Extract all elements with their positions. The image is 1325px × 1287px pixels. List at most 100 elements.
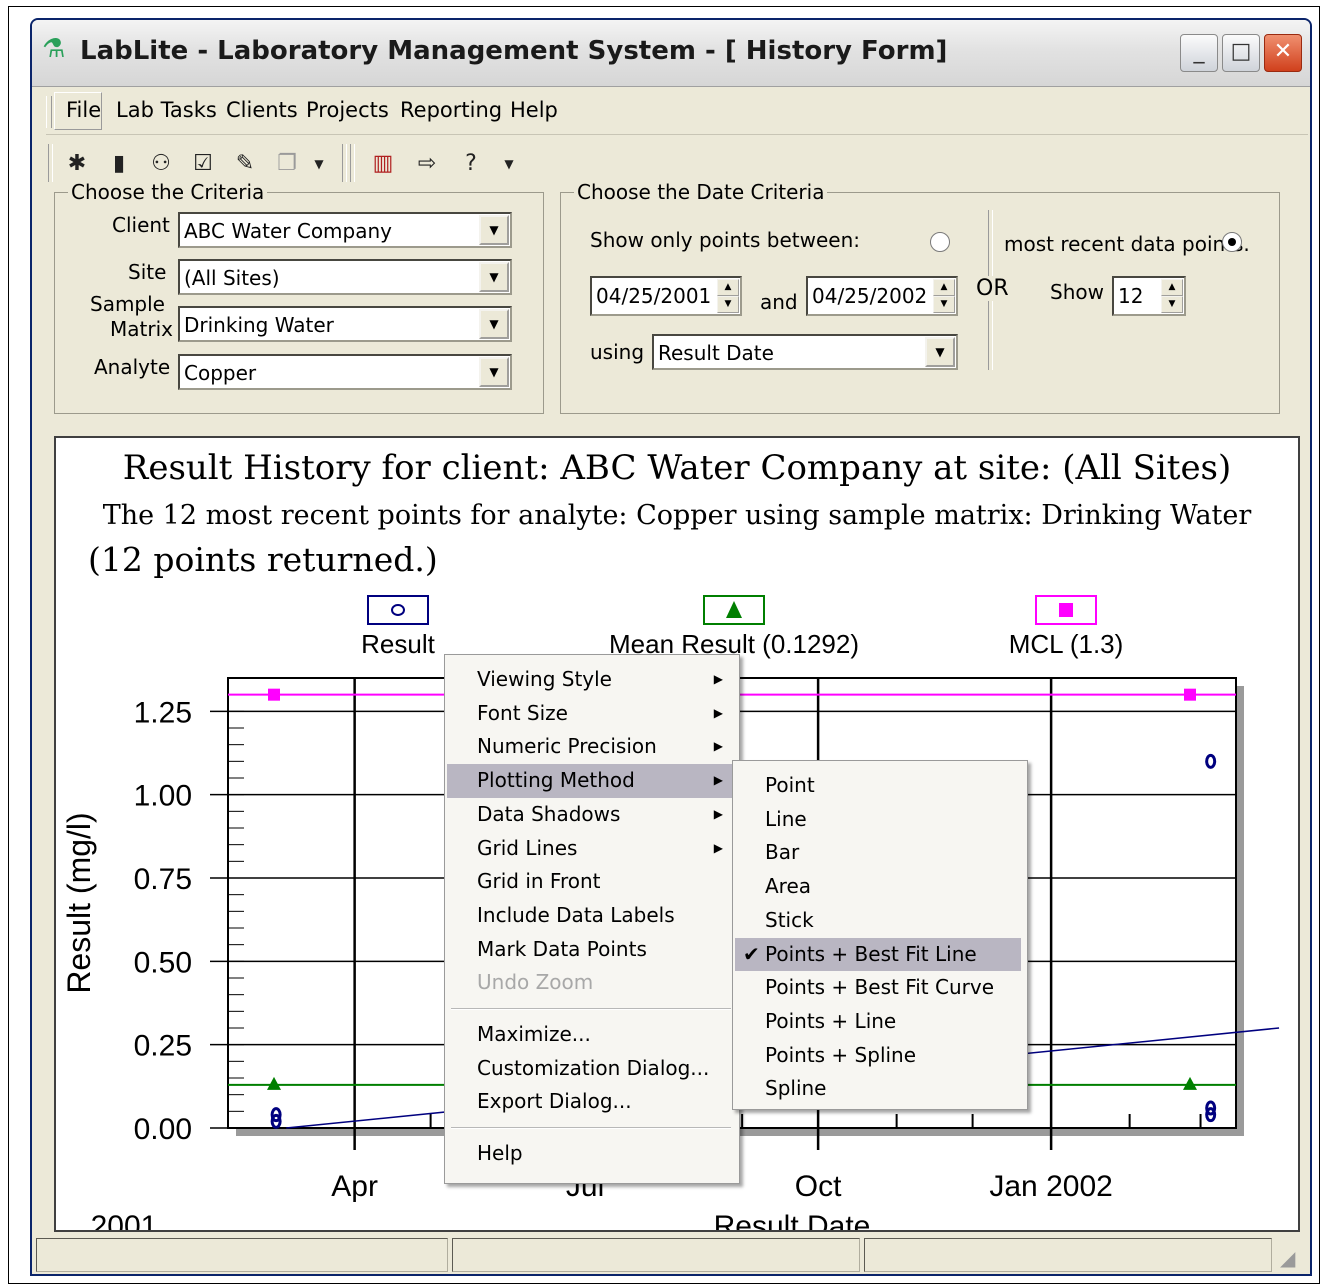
show-count-value: 12 bbox=[1118, 284, 1144, 308]
close-button[interactable]: ✕ bbox=[1264, 34, 1302, 72]
menu-projects[interactable]: Projects bbox=[306, 98, 389, 122]
menu-item-plotting-method[interactable]: Plotting Method ▶ bbox=[447, 764, 737, 798]
start-date-spinner[interactable]: 04/25/2001 ▲ ▼ bbox=[590, 276, 742, 316]
matrix-combo[interactable]: Drinking Water ▼ bbox=[178, 306, 512, 342]
y-tick-label: 1.25 bbox=[134, 696, 192, 729]
menu-item-export-dialog[interactable]: Export Dialog... bbox=[447, 1085, 737, 1119]
users-icon[interactable]: ⚇ bbox=[144, 148, 178, 180]
spin-down-icon[interactable]: ▼ bbox=[933, 296, 955, 313]
menu-item-maximize[interactable]: Maximize... bbox=[447, 1018, 737, 1052]
submenu-item-label: Points + Best Fit Line bbox=[765, 941, 977, 966]
submenu-item-bar[interactable]: Bar bbox=[735, 836, 1021, 870]
menu-item-label: Grid Lines bbox=[477, 835, 578, 860]
show-count-spin-buttons[interactable]: ▲ ▼ bbox=[1161, 279, 1183, 313]
menu-item-customization-dialog[interactable]: Customization Dialog... bbox=[447, 1052, 737, 1086]
menu-separator bbox=[451, 1127, 731, 1130]
menu-lab-tasks[interactable]: Lab Tasks bbox=[116, 98, 217, 122]
show-count-spinner[interactable]: 12 ▲ ▼ bbox=[1112, 276, 1186, 316]
analyte-combo[interactable]: Copper ▼ bbox=[178, 354, 512, 390]
minimize-button[interactable]: _ bbox=[1180, 34, 1218, 72]
chevron-down-icon[interactable]: ▼ bbox=[479, 262, 509, 292]
menu-file[interactable]: File bbox=[66, 98, 101, 122]
using-value: Result Date bbox=[658, 341, 774, 365]
menu-grip bbox=[46, 96, 52, 128]
matrix-value: Drinking Water bbox=[184, 313, 334, 337]
spin-up-icon[interactable]: ▲ bbox=[933, 279, 955, 296]
new-sample-icon[interactable]: ✱ bbox=[60, 148, 94, 180]
spin-down-icon[interactable]: ▼ bbox=[717, 296, 739, 313]
toolbar-dropdown-arrow-icon[interactable]: ▼ bbox=[302, 148, 336, 180]
submenu-item-points-best-fit-curve[interactable]: Points + Best Fit Curve bbox=[735, 971, 1021, 1005]
menu-item-include-data-labels[interactable]: Include Data Labels bbox=[447, 899, 737, 933]
edit-notes-icon[interactable]: ✎ bbox=[228, 148, 262, 180]
chevron-down-icon[interactable]: ▼ bbox=[479, 357, 509, 387]
spin-up-icon[interactable]: ▲ bbox=[717, 279, 739, 296]
maximize-button[interactable]: □ bbox=[1222, 34, 1260, 72]
and-label: and bbox=[760, 290, 798, 314]
client-label: Client bbox=[112, 213, 170, 237]
start-date-spin-buttons[interactable]: ▲ ▼ bbox=[717, 279, 739, 313]
book-icon[interactable]: ▮ bbox=[102, 148, 136, 180]
menu-item-data-shadows[interactable]: Data Shadows ▶ bbox=[447, 798, 737, 832]
menu-item-label: Export Dialog... bbox=[477, 1089, 632, 1114]
submenu-item-label: Points + Best Fit Curve bbox=[765, 975, 995, 1000]
menu-item-font-size[interactable]: Font Size ▶ bbox=[447, 697, 737, 731]
submenu-item-area[interactable]: Area bbox=[735, 870, 1021, 904]
submenu-item-points-line[interactable]: Points + Line bbox=[735, 1005, 1021, 1039]
client-combo[interactable]: ABC Water Company ▼ bbox=[178, 212, 512, 248]
y-tick-label: 1.00 bbox=[134, 780, 192, 813]
chevron-down-icon[interactable]: ▼ bbox=[479, 309, 509, 339]
y-tick-label: 0.00 bbox=[134, 1113, 192, 1146]
criteria-legend: Choose the Criteria bbox=[68, 180, 268, 204]
resize-grip-icon[interactable]: ◢ bbox=[1280, 1246, 1295, 1270]
between-radio[interactable] bbox=[930, 232, 950, 252]
menu-item-label: Mark Data Points bbox=[477, 936, 647, 961]
menu-item-label: Include Data Labels bbox=[477, 902, 675, 927]
using-combo[interactable]: Result Date ▼ bbox=[652, 334, 958, 370]
help-icon[interactable]: ? bbox=[454, 148, 488, 180]
menu-item-help[interactable]: Help bbox=[447, 1137, 737, 1171]
submenu-item-line[interactable]: Line bbox=[735, 803, 1021, 837]
exit-icon[interactable]: ⇨ bbox=[410, 148, 444, 180]
submenu-item-stick[interactable]: Stick bbox=[735, 904, 1021, 938]
menu-item-grid-in-front[interactable]: Grid in Front bbox=[447, 865, 737, 899]
end-date-spin-buttons[interactable]: ▲ ▼ bbox=[933, 279, 955, 313]
submenu-item-label: Spline bbox=[765, 1076, 827, 1101]
menu-item-viewing-style[interactable]: Viewing Style ▶ bbox=[447, 663, 737, 697]
menu-item-grid-lines[interactable]: Grid Lines ▶ bbox=[447, 832, 737, 866]
copy-icon[interactable]: ❐ bbox=[270, 148, 304, 180]
x-axis-title: Result Date bbox=[714, 1210, 871, 1230]
chevron-down-icon[interactable]: ▼ bbox=[479, 215, 509, 245]
menu-item-label: Plotting Method bbox=[477, 768, 635, 793]
menu-help[interactable]: Help bbox=[510, 98, 558, 122]
submenu-item-spline[interactable]: Spline bbox=[735, 1072, 1021, 1106]
menu-separator bbox=[451, 1008, 731, 1010]
x-year-label: 2001 bbox=[91, 1210, 158, 1230]
submenu-item-point[interactable]: Point bbox=[735, 769, 1021, 803]
menu-reporting[interactable]: Reporting bbox=[400, 98, 502, 122]
toolbar-separator-2 bbox=[350, 144, 355, 182]
menu-item-numeric-precision[interactable]: Numeric Precision ▶ bbox=[447, 730, 737, 764]
submenu-item-points-best-fit-line[interactable]: ✔ Points + Best Fit Line bbox=[735, 937, 1021, 972]
submenu-item-label: Bar bbox=[765, 840, 800, 865]
title-bar[interactable]: ⚗ LabLite - Laboratory Management System… bbox=[32, 20, 1310, 87]
menu-clients[interactable]: Clients bbox=[226, 98, 298, 122]
spin-up-icon[interactable]: ▲ bbox=[1161, 279, 1183, 296]
legend-label: MCL (1.3) bbox=[1009, 629, 1124, 659]
chart-icon[interactable]: ▥ bbox=[366, 148, 400, 180]
site-combo[interactable]: (All Sites) ▼ bbox=[178, 259, 512, 295]
end-date-spinner[interactable]: 04/25/2002 ▲ ▼ bbox=[806, 276, 958, 316]
window-title: LabLite - Laboratory Management System -… bbox=[80, 36, 948, 66]
chevron-down-icon[interactable]: ▼ bbox=[925, 337, 955, 367]
clipboard-icon[interactable]: ☑ bbox=[186, 148, 220, 180]
menu-item-label: Maximize... bbox=[477, 1022, 591, 1046]
submenu-item-points-spline[interactable]: Points + Spline bbox=[735, 1039, 1021, 1073]
recent-radio[interactable] bbox=[1222, 232, 1242, 252]
spin-down-icon[interactable]: ▼ bbox=[1161, 296, 1183, 313]
menu-item-mark-data-points[interactable]: Mark Data Points bbox=[447, 933, 737, 967]
submenu-arrow-icon: ▶ bbox=[713, 806, 723, 821]
site-label: Site bbox=[128, 260, 167, 284]
submenu-item-label: Points + Line bbox=[765, 1008, 897, 1033]
y-tick-label: 0.50 bbox=[134, 946, 192, 979]
toolbar-dropdown-arrow-2-icon[interactable]: ▼ bbox=[492, 148, 526, 180]
